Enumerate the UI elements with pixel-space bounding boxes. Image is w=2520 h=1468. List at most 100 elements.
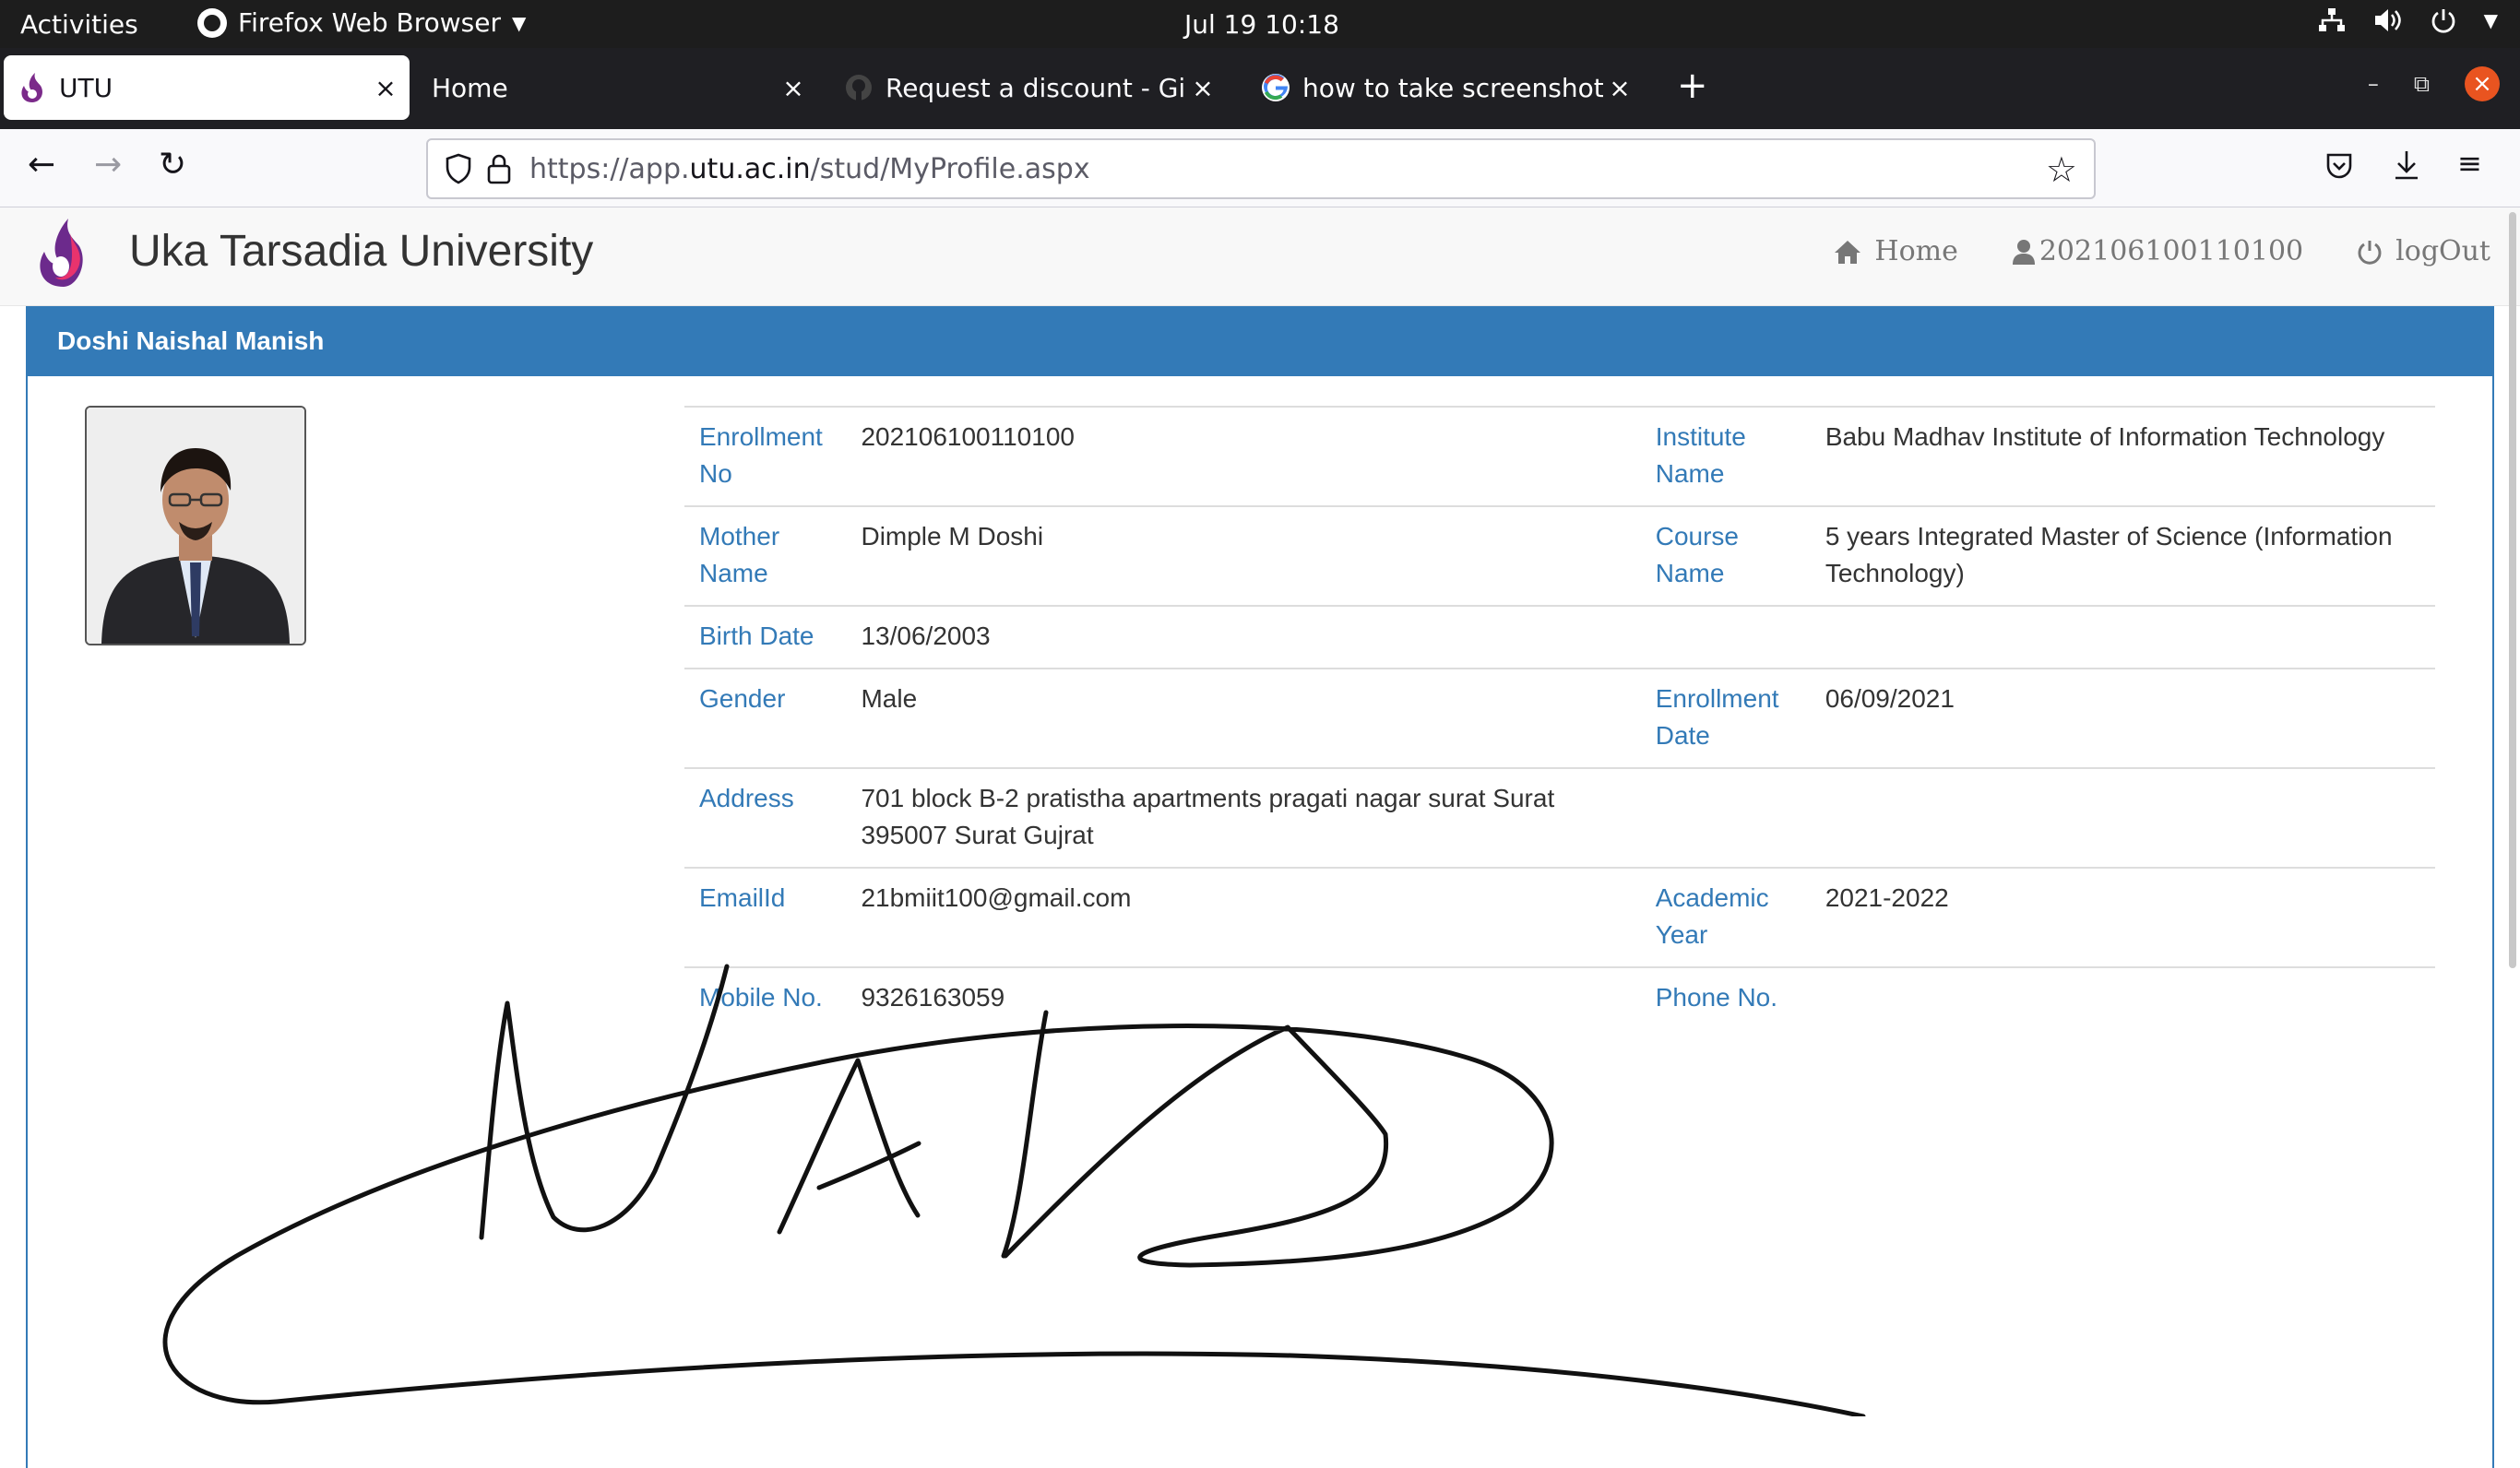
- table-row: Enrollment No 202106100110100 Institute Na…: [684, 406, 2435, 506]
- table-row: Birth Date 13/06/2003: [684, 605, 2435, 669]
- close-icon[interactable]: ×: [1186, 73, 1219, 103]
- field-value: [1810, 767, 2435, 868]
- url-path: /stud/MyProfile.aspx: [810, 152, 1090, 185]
- field-label: Birth Date: [684, 605, 847, 669]
- close-icon[interactable]: ×: [777, 73, 810, 103]
- field-label: Gender: [684, 668, 847, 768]
- github-icon: [843, 72, 874, 103]
- field-value: [1810, 966, 2435, 1029]
- navigation-bar: ← → ↻ https://app.utu.ac.in/stud/MyProfi…: [0, 129, 2520, 207]
- new-tab-button[interactable]: +: [1677, 65, 1708, 107]
- tab-github[interactable]: Request a discount - GitH ×: [830, 55, 1227, 120]
- site-brand[interactable]: Uka Tarsadia University: [129, 226, 593, 277]
- close-icon[interactable]: ×: [369, 73, 402, 103]
- url-text[interactable]: https://app.utu.ac.in/stud/MyProfile.asp…: [529, 153, 1090, 185]
- tab-title: UTU: [59, 72, 113, 103]
- network-icon: [2318, 8, 2345, 31]
- download-icon[interactable]: [2393, 149, 2420, 181]
- star-icon[interactable]: ☆: [2046, 149, 2077, 191]
- field-label: Address: [684, 767, 847, 868]
- tab-title: Request a discount - GitH: [886, 72, 1186, 103]
- nav-logout-link[interactable]: logOut: [2357, 235, 2490, 267]
- field-label: [1640, 767, 1811, 868]
- nav-logout-label: logOut: [2395, 235, 2490, 267]
- table-row: Gender Male Enrollment Date 06/09/2021: [684, 668, 2435, 768]
- volume-icon: [2374, 9, 2401, 31]
- tab-utu[interactable]: UTU ×: [4, 55, 410, 120]
- power-icon: [2431, 9, 2455, 33]
- nav-home-link[interactable]: Home: [1834, 235, 1958, 267]
- student-photo: [85, 406, 306, 645]
- clock[interactable]: Jul 19 10:18: [1184, 9, 1339, 40]
- google-icon: [1260, 72, 1291, 103]
- nav-user-label: 202106100110100: [2039, 235, 2304, 267]
- menu-icon[interactable]: ≡: [2457, 146, 2482, 181]
- url-bar[interactable]: https://app.utu.ac.in/stud/MyProfile.asp…: [426, 138, 2096, 199]
- tab-title: Home: [432, 72, 508, 103]
- home-icon: [1835, 240, 1861, 264]
- window-controls: – ⧉ ×: [2368, 66, 2500, 101]
- forward-icon[interactable]: →: [94, 146, 122, 184]
- table-row: Address 701 block B-2 pratistha apartment…: [684, 767, 2435, 868]
- field-value: 9326163059: [846, 966, 1641, 1029]
- url-prefix: https://app.: [529, 152, 690, 185]
- field-value: 2021-2022: [1810, 867, 2435, 967]
- field-value: 13/06/2003: [846, 605, 1641, 669]
- firefox-icon: [197, 7, 227, 38]
- field-label: [1640, 605, 1811, 669]
- tab-title: how to take screenshot in: [1302, 72, 1603, 103]
- activities-button[interactable]: Activities: [20, 9, 138, 40]
- field-value: Babu Madhav Institute of Information Tec…: [1810, 406, 2435, 506]
- table-row: Mobile No. 9326163059 Phone No.: [684, 966, 2435, 1029]
- table-row: Mother Name Dimple M Doshi Course Name 5 ye…: [684, 505, 2435, 606]
- reload-icon[interactable]: ↻: [159, 146, 186, 184]
- student-name: Doshi Naishal Manish: [57, 326, 325, 355]
- field-label: Enrollment Date: [1640, 668, 1811, 768]
- system-tray[interactable]: ▼: [2318, 7, 2498, 33]
- utu-logo-icon[interactable]: [33, 215, 94, 289]
- field-value: 701 block B-2 pratistha apartments praga…: [846, 767, 1641, 868]
- field-label: Academic Year: [1640, 867, 1811, 967]
- close-window-button[interactable]: ×: [2465, 66, 2500, 101]
- power-icon: [2358, 240, 2382, 265]
- field-value: 5 years Integrated Master of Science (In…: [1810, 505, 2435, 606]
- shield-icon[interactable]: [445, 153, 472, 184]
- close-icon[interactable]: ×: [1603, 73, 1636, 103]
- field-value: Male: [846, 668, 1641, 768]
- table-row: EmailId 21bmiit100@gmail.com Academic Year…: [684, 867, 2435, 967]
- field-value: [1810, 605, 2435, 669]
- chevron-down-icon: ▼: [511, 11, 527, 34]
- field-value: 202106100110100: [846, 406, 1641, 506]
- site-header: Uka Tarsadia University Home 20210610011…: [0, 207, 2520, 306]
- tab-google[interactable]: how to take screenshot in ×: [1247, 55, 1644, 120]
- restore-icon[interactable]: ⧉: [2414, 71, 2430, 97]
- chevron-down-icon: ▼: [2483, 9, 2498, 31]
- field-value: Dimple M Doshi: [846, 505, 1641, 606]
- lock-icon[interactable]: [485, 153, 513, 184]
- nav-user-link[interactable]: 202106100110100: [2012, 235, 2303, 267]
- field-label: Phone No.: [1640, 966, 1811, 1029]
- user-icon: [2012, 239, 2035, 265]
- field-label: Mobile No.: [684, 966, 847, 1029]
- profile-details-table: Enrollment No 202106100110100 Institute Na…: [684, 406, 2435, 1029]
- back-icon[interactable]: ←: [28, 146, 55, 184]
- field-label: Mother Name: [684, 505, 847, 606]
- utu-logo-icon: [17, 72, 48, 103]
- site-nav: Home 202106100110100 logOut: [1780, 235, 2490, 267]
- field-label: Institute Name: [1640, 406, 1811, 506]
- panel-heading: Doshi Naishal Manish: [28, 306, 2492, 376]
- app-menu[interactable]: Firefox Web Browser ▼: [197, 7, 526, 38]
- os-top-bar: Activities Firefox Web Browser ▼ Jul 19 …: [0, 0, 2520, 48]
- page-scrollbar[interactable]: [2509, 212, 2516, 968]
- tab-strip: UTU × Home × Request a discount - GitH ×…: [0, 48, 2520, 129]
- minimize-icon[interactable]: –: [2368, 71, 2379, 97]
- field-value: 21bmiit100@gmail.com: [846, 867, 1641, 967]
- tab-home[interactable]: Home ×: [417, 55, 817, 120]
- url-domain: utu.ac.in: [689, 152, 811, 185]
- field-label: Course Name: [1640, 505, 1811, 606]
- field-label: EmailId: [684, 867, 847, 967]
- field-value: 06/09/2021: [1810, 668, 2435, 768]
- pocket-icon[interactable]: [2324, 151, 2354, 181]
- app-name: Firefox Web Browser: [238, 7, 501, 38]
- nav-home-label: Home: [1874, 235, 1958, 267]
